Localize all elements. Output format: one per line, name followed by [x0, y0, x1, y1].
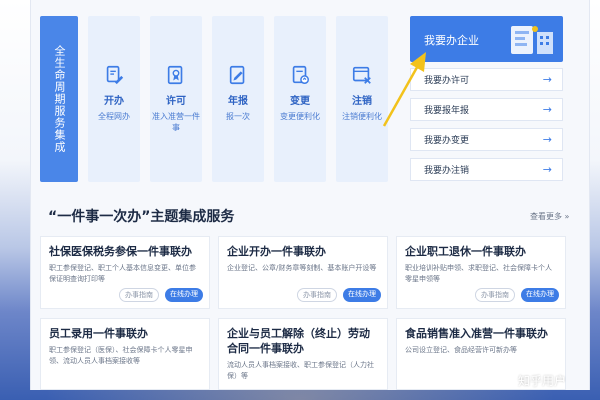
card-desc: 职工参保登记、职工个人基本信息变更、单位参保证明查询打印等 — [49, 264, 196, 283]
card-title: 企业与员工解除（终止）劳动合同一件事联办 — [227, 327, 370, 355]
card-title: 企业开办一件事联办 — [227, 245, 326, 258]
card-desc: 职业培训补贴申领、求职登记、社会保障卡个人零星申领等 — [405, 264, 552, 283]
lifecycle-label: 全生命周期服务集成 — [53, 45, 66, 153]
service-title: 许可 — [166, 96, 186, 107]
service-tile-license[interactable]: 许可 准入准营一件事 — [150, 16, 202, 182]
service-subtitle: 全程网办 — [98, 112, 130, 121]
service-card[interactable]: 社保医保税务参保一件事联办 职工参保登记、职工个人基本信息变更、单位参保证明查询… — [40, 236, 210, 309]
zhihu-logo-icon — [500, 374, 514, 389]
service-subtitle: 准入准营一件事 — [152, 112, 200, 132]
lifecycle-services-banner[interactable]: 全生命周期服务集成 — [40, 16, 78, 182]
link-label: 我要办注销 — [424, 166, 470, 176]
card-desc: 企业登记、公章/财务章等刻制、基本账户开设等 — [227, 264, 377, 272]
card-title: 社保医保税务参保一件事联办 — [49, 245, 192, 258]
service-tile-open[interactable]: 开办 全程网办 — [88, 16, 140, 182]
report-pen-icon — [229, 65, 245, 85]
service-title: 开办 — [104, 96, 124, 107]
service-tile-annual-report[interactable]: 年报 报一次 — [212, 16, 264, 182]
online-apply-button[interactable]: 在线办理 — [521, 288, 559, 302]
annotation-arrow-icon — [382, 52, 426, 127]
service-card[interactable]: 企业职工退休一件事联办 职业培训补贴申领、求职登记、社会保障卡个人零星申领等 办… — [396, 236, 566, 309]
service-subtitle: 变更便利化 — [280, 112, 320, 121]
service-card[interactable]: 企业与员工解除（终止）劳动合同一件事联办 流动人员人事档案接收、职工参保登记（人… — [218, 318, 388, 390]
guide-button[interactable]: 办事指南 — [297, 288, 337, 302]
document-edit-icon — [106, 65, 124, 85]
service-title: 年报 — [228, 96, 248, 107]
view-more-link[interactable]: 查看更多 » — [530, 211, 569, 222]
link-label: 我要办变更 — [424, 136, 470, 146]
card-title: 企业职工退休一件事联办 — [405, 245, 526, 258]
service-tile-change[interactable]: 变更 变更便利化 — [274, 16, 326, 182]
guide-button[interactable]: 办事指南 — [475, 288, 515, 302]
card-desc: 流动人员人事档案接收、职工参保登记（人力社保）等 — [227, 361, 374, 380]
guide-button[interactable]: 办事指南 — [119, 288, 159, 302]
online-apply-button[interactable]: 在线办理 — [343, 288, 381, 302]
card-title: 食品销售准入准营一件事联办 — [405, 327, 548, 340]
certificate-icon — [167, 65, 183, 85]
service-card[interactable]: 企业开办一件事联办 企业登记、公章/财务章等刻制、基本账户开设等 办事指南 在线… — [218, 236, 388, 309]
arrow-right-icon: → — [542, 103, 552, 116]
card-desc: 职工参保登记（医保）、社会保障卡个人零星申领、流动人员人事档案接收等 — [49, 346, 193, 365]
arrow-right-icon: → — [542, 73, 552, 86]
cancellation-link[interactable]: 我要办注销 → — [410, 158, 563, 181]
arrow-right-icon: → — [542, 133, 552, 146]
arrow-right-icon: → — [542, 163, 552, 176]
service-subtitle: 报一次 — [226, 112, 250, 121]
office-illustration-icon — [511, 26, 553, 54]
document-change-icon — [292, 65, 309, 84]
service-title: 变更 — [290, 96, 310, 107]
online-apply-button[interactable]: 在线办理 — [165, 288, 203, 302]
change-link[interactable]: 我要办变更 → — [410, 128, 563, 151]
service-card[interactable]: 员工录用一件事联办 职工参保登记（医保）、社会保障卡个人零星申领、流动人员人事档… — [40, 318, 210, 390]
section-title: “一件事一次办”主题集成服务 — [48, 209, 235, 225]
watermark-text: 知乎用户 — [518, 374, 567, 388]
cancel-window-icon — [352, 66, 371, 84]
card-title: 员工录用一件事联办 — [49, 327, 148, 340]
watermark: 知乎用户 — [500, 372, 566, 389]
card-desc: 公司设立登记、食品经营许可新办等 — [405, 346, 517, 354]
service-title: 注销 — [352, 96, 372, 107]
